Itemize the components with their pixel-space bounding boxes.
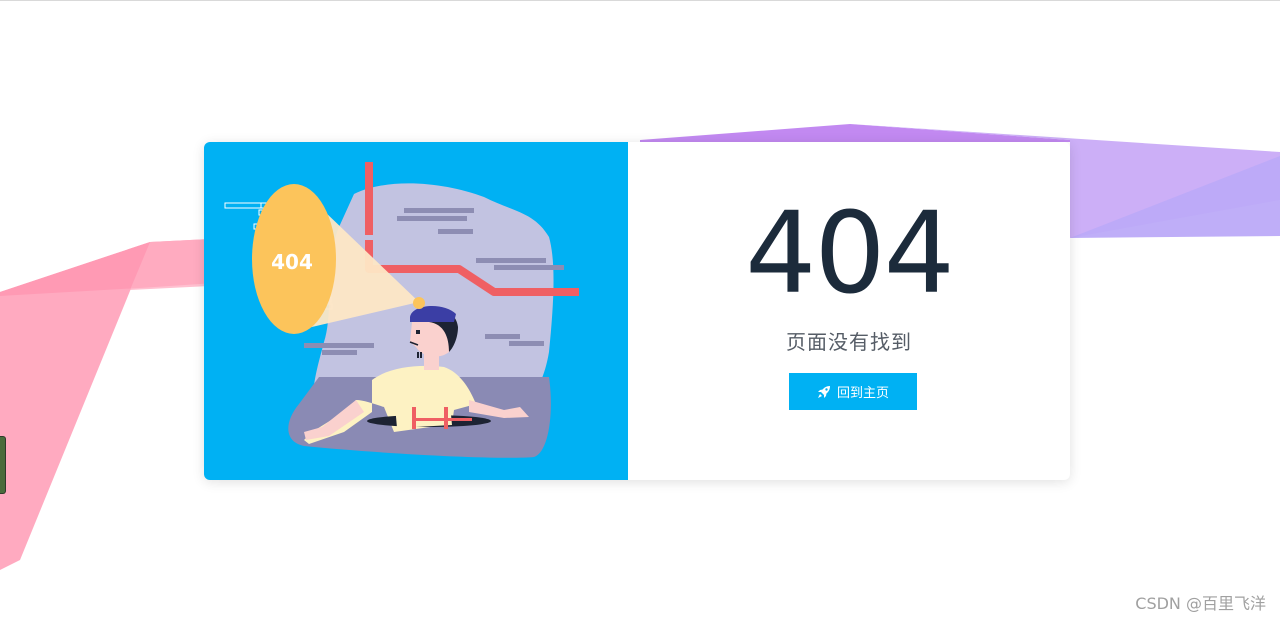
illustration-panel: 404	[204, 142, 628, 480]
404-illustration: 404	[224, 162, 579, 458]
error-content: 404 页面没有找到 回到主页	[628, 142, 1070, 480]
illustration-404-text: 404	[271, 250, 313, 274]
error-message: 页面没有找到	[786, 330, 912, 354]
side-tab[interactable]	[0, 436, 6, 494]
error-card: 404 404 页面没有找到 回到主页	[204, 142, 1070, 480]
back-home-button[interactable]: 回到主页	[789, 373, 917, 410]
rocket-icon	[817, 385, 831, 399]
back-home-label: 回到主页	[836, 386, 889, 401]
error-code: 404	[745, 189, 955, 319]
csdn-watermark: CSDN @百里飞洋	[1135, 594, 1266, 613]
page-background: 404 404 页面没有找到 回到主页 CSDN @百里飞洋	[0, 0, 1280, 618]
